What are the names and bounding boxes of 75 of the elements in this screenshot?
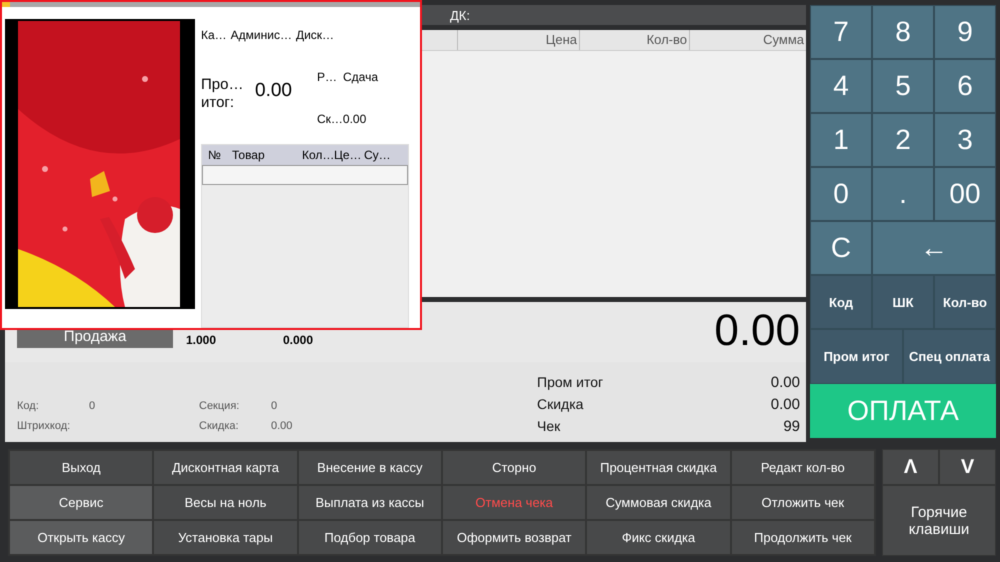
keypad-key[interactable]: 5 [872,59,934,113]
column-header: Кол-во [579,30,689,50]
action-button[interactable]: Подбор товара [298,520,442,555]
discount-card-label: ДК: [450,8,470,22]
quantity-value: 1.000 [186,333,216,347]
keypad-key[interactable]: 4 [810,59,872,113]
action-button[interactable]: Выплата из кассы [298,485,442,520]
action-button[interactable]: Внесение в кассу [298,450,442,485]
action-button[interactable]: Суммовая скидка [586,485,731,520]
action-button[interactable]: Продолжить чек [730,520,875,555]
keypad-key[interactable]: 2 [872,113,934,167]
summary-label: Скидка [537,396,584,412]
field-value: 0 [271,400,278,412]
column-header: Кол… [302,148,332,162]
grid-row[interactable] [202,165,408,185]
keypad-key[interactable]: 9 [934,5,996,59]
field-label: Секция: [199,400,240,412]
display-label: Админис… [230,28,292,42]
column-header: Це… [334,148,362,162]
keypad-key[interactable]: 00 [934,167,996,221]
summary-value: 99 [782,418,800,434]
field-label: Код: [17,400,40,412]
field-value: 0 [89,400,96,412]
summary-value: 0.00 [770,374,800,390]
action-button[interactable]: Процентная скидка [586,450,731,485]
total-amount: 0.00 [714,306,800,356]
field-label: Скидка: [199,420,240,432]
function-key[interactable]: Кол-во [934,275,996,329]
scroll-down-button[interactable]: V [939,449,996,485]
action-button[interactable]: Дисконтная карта [153,450,298,485]
action-button[interactable]: Сервис [9,485,154,520]
column-header: Товар [232,148,266,162]
keypad-key[interactable]: C [810,221,872,275]
action-button[interactable]: Весы на ноль [153,485,298,520]
keypad-key[interactable]: 6 [934,59,996,113]
function-key[interactable]: Код [810,275,872,329]
keypad-key[interactable]: 7 [810,5,872,59]
discount-value: 0.00 [342,112,366,126]
price-value: 0.000 [283,333,314,347]
action-button[interactable]: Отложить чек [730,485,875,520]
field-label: Штрихкод: [17,420,72,432]
subtotal-label: Про… итог: [201,76,244,113]
hotkeys-button[interactable]: Горячие клавиши [882,485,996,556]
column-header: Цена [457,30,579,50]
keypad-key[interactable]: 3 [934,113,996,167]
function-key[interactable]: Пром итог [810,329,903,384]
subtotal-value: 0.00 [255,80,293,103]
function-key[interactable]: Спец оплата [903,329,996,384]
discount-label: Ск… [317,112,343,126]
display-label: Ка… [201,28,227,42]
app-icon [2,2,10,7]
summary-value: 0.00 [770,396,800,412]
column-header: Сумма [689,30,806,50]
action-button[interactable]: Оформить возврат [442,520,586,555]
display-label: Р… [317,70,338,84]
keypad-key[interactable]: . [872,167,934,221]
action-button[interactable]: Выход [9,450,154,485]
keypad-key[interactable]: 0 [810,167,872,221]
field-value: 0.00 [271,420,294,432]
action-button[interactable]: Фикс скидка [586,520,731,555]
summary-label: Чек [537,418,562,434]
function-key[interactable]: ШК [872,275,934,329]
column-header: Су… [364,148,392,162]
action-button[interactable]: Установка тары [153,520,298,555]
display-label: Диск… [296,28,334,42]
action-button[interactable]: Сторно [442,450,586,485]
column-header: № [208,148,222,162]
display-label: Сдача [343,70,378,84]
summary-label: Пром итог [537,374,604,390]
action-button[interactable]: Редакт кол-во [730,450,875,485]
scroll-up-button[interactable]: Λ [882,449,939,485]
keypad-key[interactable]: 1 [810,113,872,167]
keypad-key[interactable]: ← [872,221,996,275]
action-button[interactable]: Открыть кассу [9,520,154,555]
keypad-key[interactable]: 8 [872,5,934,59]
